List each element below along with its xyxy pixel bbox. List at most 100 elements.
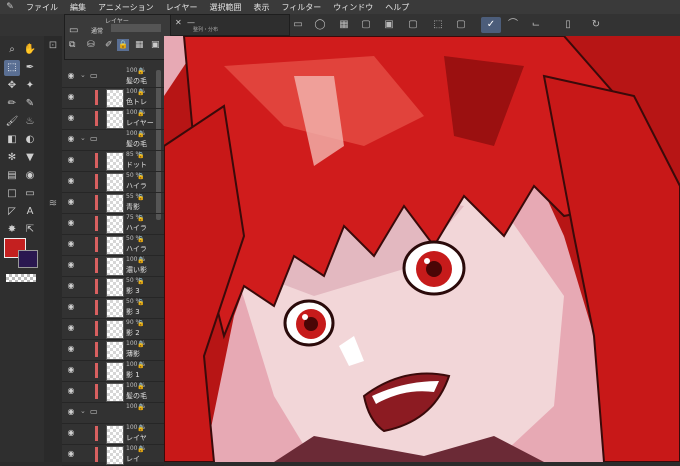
eye-icon[interactable]: ◉ (66, 197, 76, 207)
rotate-icon[interactable]: ↻ (588, 17, 604, 33)
layer-row[interactable]: ◉ 85 % 🔒 ドット (62, 150, 164, 172)
lock-icon[interactable]: 🔒 (137, 68, 144, 75)
pen-icon[interactable]: ✏ (4, 96, 20, 112)
rect-icon[interactable]: □ (4, 186, 20, 202)
grid-icon[interactable]: ▦ (336, 17, 352, 33)
eraser-icon[interactable]: ◧ (4, 132, 20, 148)
eye-icon[interactable]: ◉ (66, 155, 76, 165)
lock-icon[interactable]: 🔒 (137, 257, 144, 264)
blend-mode-label[interactable]: 通常 (91, 26, 103, 35)
chevron-down-icon[interactable]: ⌄ (80, 407, 86, 415)
eye-icon[interactable]: ◉ (66, 323, 76, 333)
lock-icon[interactable]: 🔒 (137, 131, 144, 138)
draft-icon[interactable]: ✐ (105, 40, 113, 50)
app-logo-icon[interactable]: ✎ (0, 2, 20, 12)
layer-thumbnail[interactable] (106, 383, 124, 402)
figure-icon[interactable]: ◉ (22, 168, 38, 184)
brush-icon[interactable]: 🖌 (4, 114, 20, 130)
phone-icon[interactable]: ▯ (560, 17, 576, 33)
hand-icon[interactable]: ✋ (22, 42, 38, 58)
fill-bucket-icon[interactable]: ▼ (22, 150, 38, 166)
clip-icon[interactable]: ⧉ (69, 40, 75, 50)
sub-color-swatch[interactable] (18, 250, 38, 268)
layer-thumbnail[interactable] (106, 89, 124, 108)
menu-help[interactable]: ヘルプ (379, 2, 415, 13)
lock-icon[interactable]: 🔒 (137, 278, 144, 285)
eye-icon[interactable]: ◉ (66, 407, 76, 417)
layer-row[interactable]: ◉ 100 % 🔒 影 1 (62, 360, 164, 382)
lock-icon[interactable]: 🔒 (137, 152, 144, 159)
layer-row[interactable]: ◉ 90 % 🔒 影 2 (62, 318, 164, 340)
blend-icon[interactable]: ◐ (22, 132, 38, 148)
layer-row[interactable]: ◉ 100 % 🔒 レイヤー (62, 108, 164, 130)
layer-row[interactable]: ◉ ⌄ ▭ 100 % 🔒 (62, 402, 164, 424)
chevron-down-icon[interactable]: ⌄ (80, 71, 86, 79)
eye-icon[interactable]: ◉ (66, 176, 76, 186)
layer-thumbnail[interactable] (106, 341, 124, 360)
layer-thumbnail[interactable] (106, 362, 124, 381)
zoom-icon[interactable]: ⌕ (4, 42, 20, 58)
toggle-icon[interactable]: ▭ (290, 17, 306, 33)
lock-icon[interactable]: 🔒 (137, 173, 144, 180)
layer-thumbnail[interactable] (106, 320, 124, 339)
stabilizer-icon[interactable]: ✓ (481, 17, 501, 33)
eye-icon[interactable]: ◉ (66, 92, 76, 102)
layer-row[interactable]: ◉ 100 % 🔒 レイヤ (62, 423, 164, 445)
layer-thumbnail[interactable] (106, 194, 124, 213)
lock-icon[interactable]: 🔒 (137, 236, 144, 243)
lock-icon[interactable]: 🔒 (117, 39, 129, 51)
menu-layer[interactable]: レイヤー (160, 2, 204, 13)
eye-icon[interactable]: ◉ (66, 260, 76, 270)
lock-icon[interactable]: 🔒 (137, 341, 144, 348)
eye-icon[interactable]: ◉ (66, 386, 76, 396)
menu-filter[interactable]: フィルター (275, 2, 327, 13)
menu-animation[interactable]: アニメーション (92, 2, 160, 13)
brush-curve-icon[interactable]: ⌒ (505, 17, 521, 33)
chevron-down-icon[interactable]: ⌄ (80, 134, 86, 142)
lock-icon[interactable]: 🔒 (137, 110, 144, 117)
layer-row[interactable]: ◉ 75 % 🔒 ハイラ (62, 213, 164, 235)
layer-thumbnail[interactable] (106, 110, 124, 129)
layer-row[interactable]: ◉ 100 % 🔒 薄影 (62, 339, 164, 361)
menu-edit[interactable]: 編集 (64, 2, 92, 13)
layer-row[interactable]: ◉ 100 % 🔒 濃い影 (62, 255, 164, 277)
layer-row[interactable]: ◉ 50 % 🔒 ハイラ (62, 171, 164, 193)
ruler-icon[interactable]: ◸ (4, 204, 20, 220)
balloon-icon[interactable]: ✸ (4, 222, 20, 238)
eye-icon[interactable]: ◉ (66, 449, 76, 459)
frame-icon[interactable]: ▢ (405, 17, 421, 33)
eye-icon[interactable]: ◉ (66, 71, 76, 81)
menu-file[interactable]: ファイル (20, 2, 64, 13)
eye-icon[interactable]: ◉ (66, 365, 76, 375)
layer-thumbnail[interactable] (106, 425, 124, 444)
eye-icon[interactable]: ◉ (66, 218, 76, 228)
layer-thumbnail[interactable] (106, 215, 124, 234)
lock-icon[interactable]: 🔒 (137, 383, 144, 390)
eye-icon[interactable]: ◉ (66, 113, 76, 123)
layer-row[interactable]: ◉ ⌄ ▭ 100 % 🔒 髪の毛 (62, 66, 164, 88)
eyedropper-icon[interactable]: ✒ (22, 60, 38, 76)
fill-icon[interactable]: ▣ (381, 17, 397, 33)
text-icon[interactable]: A (22, 204, 38, 220)
layers-stack-icon[interactable]: ≋ (45, 196, 61, 212)
wand-icon[interactable]: ✦ (22, 78, 38, 94)
menu-view[interactable]: 表示 (247, 2, 275, 13)
layer-thumbnail[interactable] (106, 152, 124, 171)
circle-icon[interactable]: ◯ (312, 17, 328, 33)
layer-row[interactable]: ◉ 100 % 🔒 髪の毛 (62, 381, 164, 403)
pen-pressure-icon[interactable]: ⌙ (528, 17, 544, 33)
close-icon[interactable]: ✕ (175, 18, 182, 27)
mask-icon[interactable]: ▣ (151, 40, 160, 50)
lock-alpha-icon[interactable]: ▦ (135, 40, 144, 50)
layer-row[interactable]: ◉ 100 % 🔒 色トレ (62, 87, 164, 109)
layer-thumbnail[interactable] (106, 299, 124, 318)
tab-align-label[interactable]: 整列・分布 (193, 26, 218, 33)
layer-row[interactable]: ◉ 100 % 🔒 レイ (62, 444, 164, 466)
lock-icon[interactable]: 🔒 (137, 194, 144, 201)
eye-icon[interactable]: ◉ (66, 428, 76, 438)
menu-selection[interactable]: 選択範囲 (203, 2, 247, 13)
eye-icon[interactable]: ◉ (66, 239, 76, 249)
layer-thumbnail[interactable] (106, 446, 124, 465)
eye-icon[interactable]: ◉ (66, 134, 76, 144)
gradient-icon[interactable]: ▤ (4, 168, 20, 184)
